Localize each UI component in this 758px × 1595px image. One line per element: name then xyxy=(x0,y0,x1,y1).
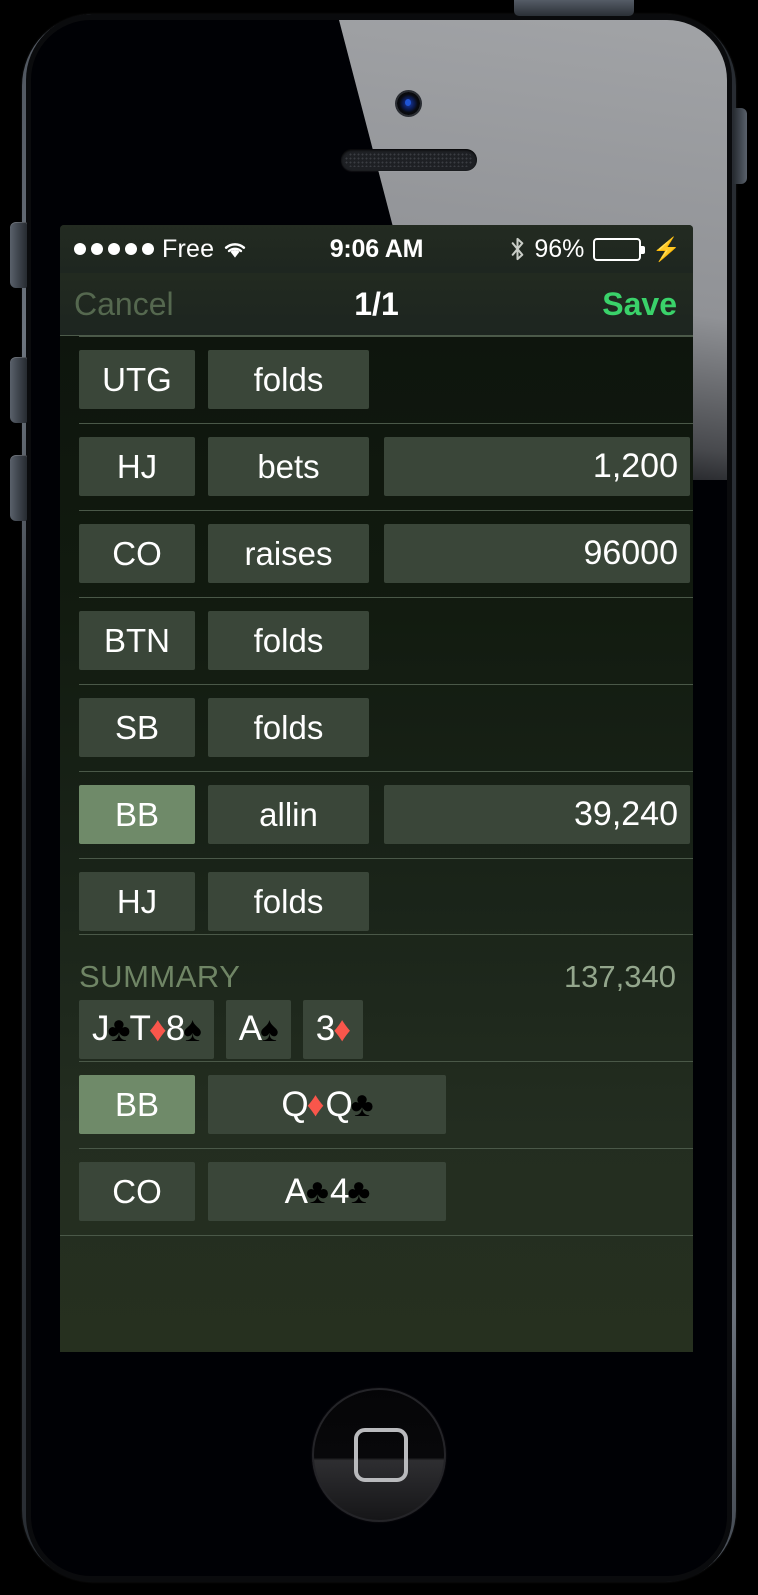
card: 4 ♣ xyxy=(329,1171,370,1212)
action-row[interactable]: SB folds xyxy=(60,684,693,771)
position-chip[interactable]: BB xyxy=(79,1075,195,1134)
amount-field[interactable]: 39,240 xyxy=(384,785,690,844)
bluetooth-icon xyxy=(511,237,524,261)
position-chip[interactable]: HJ xyxy=(79,872,195,931)
action-row[interactable]: BTN folds xyxy=(60,597,693,684)
board-cards-row: J ♣ T ♦ 8 ♠ A ♠ 3 ♦ xyxy=(60,997,693,1061)
action-rows-container: UTG folds HJ bets 1,200 CO raises 96000 BTN folds… xyxy=(60,336,693,945)
showdown-row[interactable]: CO A ♣ 4 ♣ xyxy=(60,1148,693,1235)
card-suit-icon: ♣ xyxy=(305,1172,329,1211)
showdown-rows-container: BB Q ♦ Q ♣ CO A ♣ 4 ♣ xyxy=(60,1061,693,1235)
battery-icon xyxy=(593,237,646,261)
page-title: 1/1 xyxy=(354,285,399,322)
action-chip[interactable]: allin xyxy=(208,785,369,844)
hole-cards-chip[interactable]: Q ♦ Q ♣ xyxy=(208,1075,446,1134)
card-rank: 4 xyxy=(329,1171,349,1211)
card-rank: Q xyxy=(281,1084,308,1124)
volume-down-button[interactable] xyxy=(10,455,27,521)
save-button[interactable]: Save xyxy=(602,286,677,323)
hand-history-list: UTG folds HJ bets 1,200 CO raises 96000 BTN folds… xyxy=(60,336,693,1352)
summary-header: SUMMARY 137,340 xyxy=(60,934,693,997)
card-rank: A xyxy=(284,1171,308,1211)
card-suit-icon: ♣ xyxy=(350,1085,374,1124)
card: 8 ♠ xyxy=(165,1009,202,1049)
power-button[interactable] xyxy=(514,0,634,16)
volume-up-button[interactable] xyxy=(10,357,27,423)
front-camera-icon xyxy=(397,92,420,115)
card-rank: 8 xyxy=(165,1009,185,1048)
lightning-bolt-icon: ⚡ xyxy=(652,235,681,262)
card-suit-icon: ♣ xyxy=(347,1172,370,1211)
action-row[interactable]: HJ folds xyxy=(60,858,693,945)
action-chip[interactable]: folds xyxy=(208,350,369,409)
hole-cards-chip[interactable]: A ♣ 4 ♣ xyxy=(208,1162,446,1221)
action-row[interactable]: BB allin 39,240 xyxy=(60,771,693,858)
home-square-icon xyxy=(354,1428,408,1482)
card: A ♣ xyxy=(284,1171,329,1212)
card-suit-icon: ♦ xyxy=(148,1009,167,1049)
sim-tray xyxy=(733,108,747,184)
position-chip[interactable]: BTN xyxy=(79,611,195,670)
amount-field[interactable]: 1,200 xyxy=(384,437,690,496)
position-chip[interactable]: UTG xyxy=(79,350,195,409)
navigation-bar: Cancel 1/1 Save xyxy=(60,273,693,336)
action-chip[interactable]: raises xyxy=(208,524,369,583)
home-button[interactable] xyxy=(312,1388,446,1522)
empty-row xyxy=(60,1235,693,1315)
card-rank: A xyxy=(238,1009,262,1048)
position-chip[interactable]: HJ xyxy=(79,437,195,496)
device-frame: Free 9:06 AM 96% ⚡ Cancel 1/1 Save UTG f… xyxy=(0,0,758,1595)
pot-total: 137,340 xyxy=(563,959,676,994)
earpiece-speaker-icon xyxy=(341,149,477,171)
board-turn-chip[interactable]: A ♠ xyxy=(225,999,291,1059)
action-chip[interactable]: bets xyxy=(208,437,369,496)
mute-switch-button[interactable] xyxy=(10,222,27,288)
card: J ♣ xyxy=(92,1009,131,1049)
card-suit-icon: ♦ xyxy=(333,1009,351,1049)
card-rank: J xyxy=(92,1009,109,1048)
board-river-chip[interactable]: 3 ♦ xyxy=(302,999,364,1059)
board-flop-chip[interactable]: J ♣ T ♦ 8 ♠ xyxy=(79,999,214,1059)
card-suit-icon: ♠ xyxy=(260,1009,279,1049)
action-chip[interactable]: folds xyxy=(208,611,369,670)
summary-label: SUMMARY xyxy=(79,959,241,994)
card-suit-icon: ♦ xyxy=(306,1085,325,1124)
action-row[interactable]: HJ bets 1,200 xyxy=(60,423,693,510)
action-chip[interactable]: folds xyxy=(208,872,369,931)
action-chip[interactable]: folds xyxy=(208,698,369,757)
card-suit-icon: ♣ xyxy=(107,1009,131,1049)
position-chip[interactable]: CO xyxy=(79,524,195,583)
status-bar-right: 96% ⚡ xyxy=(510,235,681,264)
card-rank: T xyxy=(129,1009,150,1048)
card: A ♠ xyxy=(238,1009,279,1049)
action-row[interactable]: UTG folds xyxy=(60,336,693,423)
position-chip[interactable]: SB xyxy=(79,698,195,757)
card-rank: Q xyxy=(325,1084,352,1124)
card-rank: 3 xyxy=(315,1009,335,1048)
card: Q ♣ xyxy=(325,1084,374,1125)
showdown-row[interactable]: BB Q ♦ Q ♣ xyxy=(60,1061,693,1148)
battery-percent-label: 96% xyxy=(534,234,585,263)
card: 3 ♦ xyxy=(315,1009,351,1049)
position-chip[interactable]: CO xyxy=(79,1162,195,1221)
position-chip[interactable]: BB xyxy=(79,785,195,844)
card-suit-icon: ♠ xyxy=(183,1009,202,1049)
app-screen: Free 9:06 AM 96% ⚡ Cancel 1/1 Save UTG f… xyxy=(60,225,693,1352)
action-row[interactable]: CO raises 96000 xyxy=(60,510,693,597)
status-bar: Free 9:06 AM 96% ⚡ xyxy=(60,225,693,273)
card: T ♦ xyxy=(129,1009,167,1049)
card: Q ♦ xyxy=(281,1084,325,1125)
amount-field[interactable]: 96000 xyxy=(384,524,690,583)
